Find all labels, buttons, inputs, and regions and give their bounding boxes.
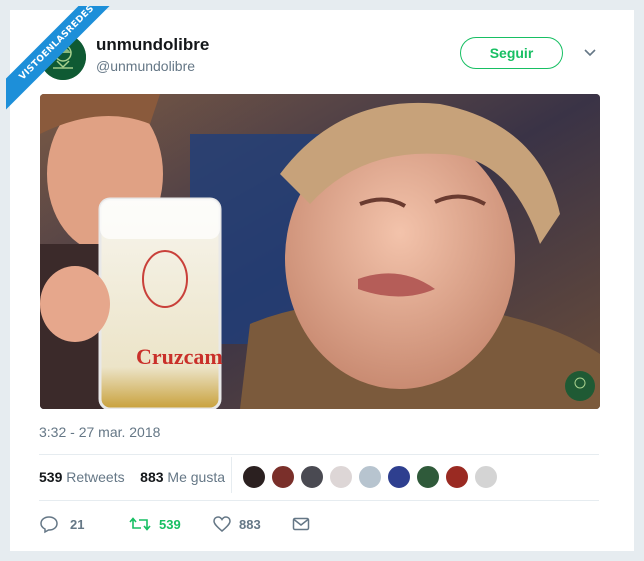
retweets-count[interactable]: 539	[39, 469, 62, 485]
avatar[interactable]	[358, 465, 382, 489]
message-icon	[292, 517, 310, 531]
stats-divider	[231, 457, 232, 493]
avatar[interactable]	[474, 465, 498, 489]
watermark-banner: VISTOENLASREDES	[6, 6, 126, 126]
tweet-stats: 539 Retweets 883 Me gusta	[39, 469, 225, 485]
tweet-photo[interactable]: Cruzcam	[40, 94, 600, 409]
like-count: 883	[239, 517, 261, 532]
retweet-icon	[129, 517, 151, 531]
chevron-down-icon[interactable]	[582, 45, 598, 61]
avatar[interactable]	[271, 465, 295, 489]
mug-label: Cruzcam	[136, 344, 223, 369]
tweet-card: VISTOENLASREDES unmundolibre @unmundolib…	[6, 6, 634, 551]
divider	[39, 500, 599, 501]
retweets-label[interactable]: Retweets	[66, 469, 124, 485]
retweet-count: 539	[159, 517, 181, 532]
follow-button[interactable]: Seguir	[460, 37, 563, 69]
tweet-timestamp[interactable]: 3:32 - 27 mar. 2018	[39, 424, 160, 440]
avatar[interactable]	[445, 465, 469, 489]
avatar[interactable]	[329, 465, 353, 489]
avatar[interactable]	[387, 465, 411, 489]
avatar[interactable]	[242, 465, 266, 489]
heart-icon	[213, 516, 231, 532]
reply-count: 21	[70, 517, 85, 532]
avatar[interactable]	[416, 465, 440, 489]
likes-count[interactable]: 883	[140, 469, 163, 485]
reply-icon	[40, 516, 58, 534]
divider	[39, 454, 599, 455]
avatar[interactable]	[300, 465, 324, 489]
likes-label[interactable]: Me gusta	[167, 469, 225, 485]
watermark-text: VISTOENLASREDES	[6, 6, 126, 118]
